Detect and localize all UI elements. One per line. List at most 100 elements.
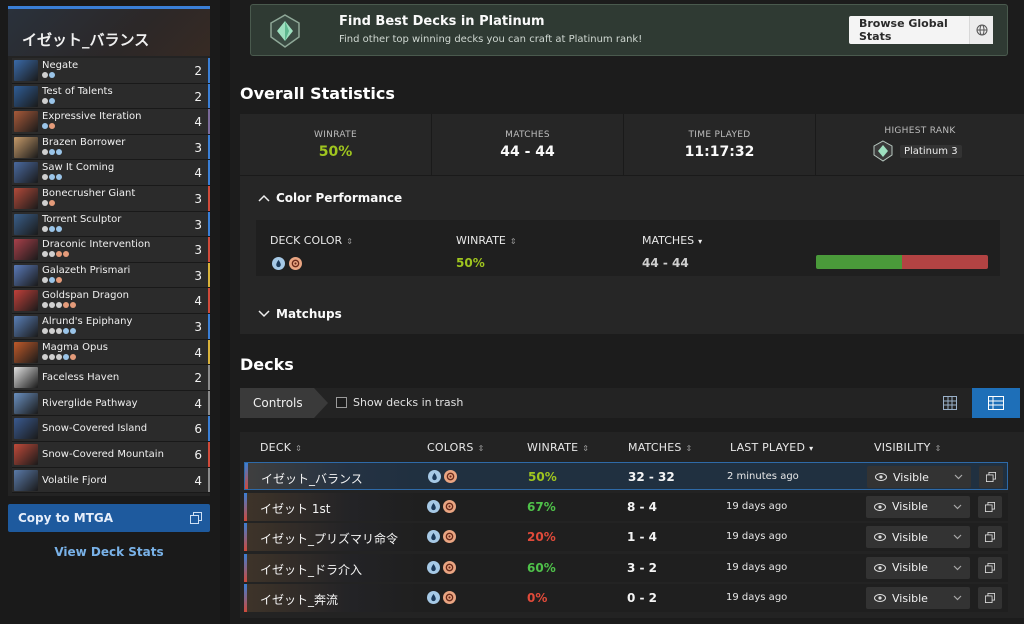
deck-name[interactable]: イゼット_バランス [261,470,363,487]
eye-icon [875,473,887,481]
card-row[interactable]: Draconic Intervention 3 [12,237,210,263]
mana-cost [42,251,69,258]
card-row[interactable]: Test of Talents 2 [12,83,210,110]
sort-icon: ⇕ [685,444,693,453]
card-color-edge [208,160,210,185]
deck-name[interactable]: イゼット_プリズマリ命令 [260,530,398,547]
card-row[interactable]: Negate 2 [12,58,210,84]
chevron-down-icon [953,504,962,509]
sort-icon: ⇕ [346,237,353,246]
card-quantity: 3 [194,268,202,283]
card-row[interactable]: Torrent Sculptor 3 [12,211,210,238]
card-row[interactable]: Faceless Haven 2 [12,365,210,391]
card-art [14,315,38,337]
col-colors[interactable]: COLORS ⇕ [427,441,484,454]
card-row[interactable]: Volatile Fjord 4 [12,467,210,494]
copy-deck-button[interactable] [978,587,1002,609]
header-matches[interactable]: MATCHES ▾ [642,234,702,247]
copy-deck-button[interactable] [979,466,1003,488]
col-winrate[interactable]: WINRATE ⇕ [527,441,589,454]
card-quantity: 3 [194,191,202,206]
deck-name[interactable]: イゼット 1st [260,500,330,517]
deck-name[interactable]: イゼット_奔流 [260,591,338,608]
mana-pip-icon [42,276,48,283]
red-mana-icon [289,257,303,270]
card-name: Bonecrusher Giant [42,187,136,199]
visibility-select[interactable]: Visible [866,495,970,518]
deck-table-row[interactable]: イゼット_バランス 50% 32 - 32 2 minutes ago Visible [244,462,1008,490]
visibility-select[interactable]: Visible [867,466,971,488]
card-color-edge [208,185,210,211]
show-trash-checkbox[interactable] [336,397,347,408]
deck-winrate: 0% [527,591,548,605]
deck-table-row[interactable]: イゼット_プリズマリ命令 20% 1 - 4 19 days ago Visible [244,523,1008,551]
chevron-down-icon [953,595,962,601]
col-deck-label: DECK [260,441,292,454]
deck-matches: 1 - 4 [627,530,658,544]
col-matches[interactable]: MATCHES ⇕ [628,441,692,454]
card-color-edge [208,83,210,109]
card-name: Expressive Iteration [42,111,142,123]
copy-icon [986,472,996,482]
copy-icon [985,593,995,603]
banner-subtitle: Find other top winning decks you can cra… [339,34,643,45]
eye-icon [874,533,886,541]
col-deck[interactable]: DECK ⇕ [260,441,302,454]
card-row[interactable]: Riverglide Pathway 4 [12,390,210,417]
header-winrate[interactable]: WINRATE ⇕ [456,234,517,247]
matchups-toggle[interactable]: Matchups [258,307,342,321]
deck-table-row[interactable]: イゼット_ドラ介入 60% 3 - 2 19 days ago Visible [244,553,1008,582]
card-row[interactable]: Bonecrusher Giant 3 [12,185,210,212]
controls-tab[interactable]: Controls [240,388,328,418]
deck-matches: 3 - 2 [627,560,658,575]
col-matches-label: MATCHES [628,441,682,454]
visibility-select[interactable]: Visible [866,587,970,609]
col-last-played[interactable]: LAST PLAYED ▾ [730,441,813,454]
deck-table-row[interactable]: イゼット_奔流 0% 0 - 2 19 days ago Visible [244,584,1008,612]
visibility-select[interactable]: Visible [866,526,970,548]
grid-view-button[interactable] [930,388,970,418]
card-row[interactable]: Brazen Borrower 3 [12,134,210,161]
card-row[interactable]: Saw It Coming 4 [12,160,210,186]
mana-cost [42,353,76,360]
visibility-select[interactable]: Visible [866,556,970,579]
blue-mana-icon [427,560,440,574]
card-art [14,418,38,440]
col-visibility[interactable]: VISIBILITY ⇕ [874,441,942,454]
card-art [14,187,38,209]
deck-title: イゼット_バランス [22,31,150,49]
show-trash-option[interactable]: Show decks in trash [336,396,463,409]
visibility-value: Visible [892,530,928,544]
card-row[interactable]: Expressive Iteration 4 [12,109,210,135]
copy-deck-button[interactable] [978,556,1002,579]
view-deck-stats-link[interactable]: View Deck Stats [8,545,210,559]
mana-pip-icon [49,199,55,206]
card-row[interactable]: Snow-Covered Island 6 [12,416,210,442]
deck-colors [428,470,457,483]
copy-deck-button[interactable] [978,526,1002,548]
mana-pip-icon [56,276,62,283]
card-row[interactable]: Snow-Covered Mountain 6 [12,441,210,468]
platinum-badge-icon [873,140,893,162]
card-row[interactable]: Galazeth Prismari 3 [12,262,210,289]
card-row[interactable]: Alrund's Epiphany 3 [12,313,210,340]
card-quantity: 3 [194,217,202,232]
table-view-button[interactable] [972,388,1020,418]
color-performance-toggle[interactable]: Color Performance [258,191,402,205]
card-color-edge [208,313,210,339]
copy-to-mtga-button[interactable]: Copy to MTGA [8,504,210,532]
card-name: Saw It Coming [42,162,115,174]
mana-pip-icon [63,353,69,360]
card-list: Negate 2 Test of Talents 2 Expressive Iterat… [8,56,210,494]
card-row[interactable]: Goldspan Dragon 4 [12,288,210,314]
deck-color-accent [244,492,247,521]
mana-pip-icon [63,251,69,258]
browse-global-stats-button[interactable]: Browse Global Stats [849,16,993,44]
deck-name[interactable]: イゼット_ドラ介入 [260,561,362,578]
card-row[interactable]: Magma Opus 4 [12,339,210,366]
red-mana-icon [443,499,456,513]
copy-deck-button[interactable] [978,495,1002,518]
header-deck-color[interactable]: DECK COLOR ⇕ [270,234,353,247]
deck-table-row[interactable]: イゼット 1st 67% 8 - 4 19 days ago Visible [244,492,1008,521]
mana-pip-icon [56,174,62,181]
